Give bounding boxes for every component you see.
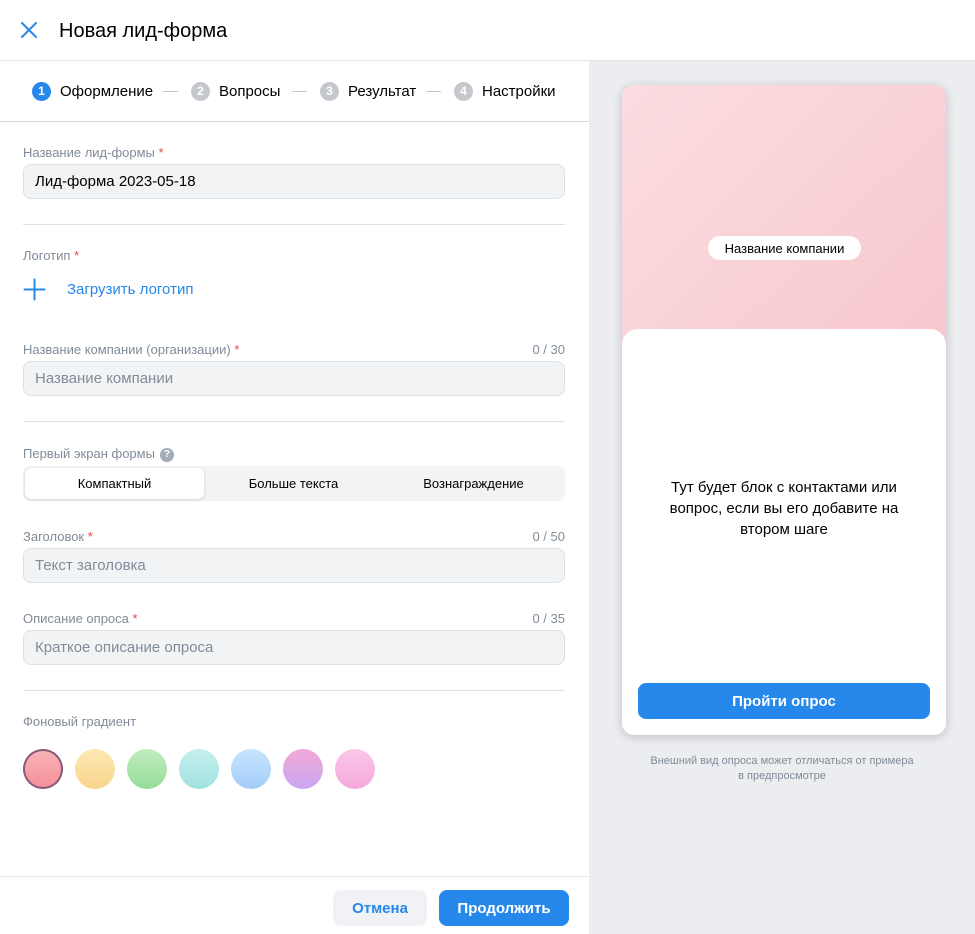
step-separator xyxy=(426,91,441,92)
preview-panel: Название компании Тут будет блок с конта… xyxy=(589,61,975,934)
step-label: Вопросы xyxy=(219,82,281,100)
company-name-counter: 0 / 30 xyxy=(532,342,565,357)
cancel-button[interactable]: Отмена xyxy=(333,890,427,926)
header: Новая лид-форма xyxy=(0,0,975,61)
company-name-input[interactable]: Название компании xyxy=(23,361,565,396)
required-mark: * xyxy=(74,248,80,263)
step-questions[interactable]: 2 Вопросы xyxy=(191,81,280,101)
segment-reward[interactable]: Вознаграждение xyxy=(384,468,563,499)
phone-preview: Название компании Тут будет блок с конта… xyxy=(622,85,946,735)
gradient-swatch[interactable] xyxy=(179,749,219,789)
first-screen-label: Первый экран формы? xyxy=(23,446,174,462)
step-label: Настройки xyxy=(482,82,556,100)
gradient-swatch[interactable] xyxy=(75,749,115,789)
description-label: Описание опроса * xyxy=(23,611,138,626)
preview-note: Внешний вид опроса может отличаться от п… xyxy=(650,755,914,782)
step-label: Оформление xyxy=(60,82,154,100)
step-label: Результат xyxy=(348,82,417,100)
preview-gradient-background: Название компании xyxy=(622,85,946,355)
continue-button[interactable]: Продолжить xyxy=(439,890,569,926)
required-mark: * xyxy=(87,529,93,544)
divider xyxy=(23,224,565,225)
preview-body-text: Тут будет блок с контактами или вопрос, … xyxy=(669,479,899,538)
logo-label: Логотип * xyxy=(23,248,79,263)
plus-icon xyxy=(23,278,46,301)
gradient-swatch[interactable] xyxy=(335,749,375,789)
label-text: Первый экран формы xyxy=(23,446,155,461)
form-panel: 1 Оформление 2 Вопросы 3 Результат 4 Нас… xyxy=(0,61,589,934)
label-text: Заголовок xyxy=(23,529,85,544)
gradient-swatch[interactable] xyxy=(23,749,63,789)
step-number: 4 xyxy=(454,81,473,101)
upload-logo-button[interactable]: Загрузить логотип xyxy=(23,278,193,301)
gradient-swatch[interactable] xyxy=(231,749,271,789)
upload-logo-label: Загрузить логотип xyxy=(67,281,194,298)
segment-more-text[interactable]: Больше текста xyxy=(204,468,383,499)
step-separator xyxy=(292,91,307,92)
step-number: 2 xyxy=(191,81,210,101)
footer: Отмена Продолжить xyxy=(0,876,589,934)
step-settings[interactable]: 4 Настройки xyxy=(454,81,556,101)
label-text: Название компании (организации) xyxy=(23,342,231,357)
description-counter: 0 / 35 xyxy=(532,611,565,626)
gradient-label: Фоновый градиент xyxy=(23,714,137,729)
help-icon[interactable]: ? xyxy=(159,447,174,462)
close-icon[interactable] xyxy=(19,20,39,40)
label-text: Логотип xyxy=(23,248,71,263)
step-separator xyxy=(163,91,178,92)
stepper: 1 Оформление 2 Вопросы 3 Результат 4 Нас… xyxy=(0,61,589,122)
form-name-label: Название лид-формы * xyxy=(23,145,164,160)
divider xyxy=(23,690,565,691)
preview-card: Тут будет блок с контактами или вопрос, … xyxy=(622,329,946,735)
company-name-label: Название компании (организации) * xyxy=(23,342,239,357)
headline-input[interactable]: Текст заголовка xyxy=(23,548,565,583)
step-design[interactable]: 1 Оформление xyxy=(32,81,153,101)
first-screen-segmented-control: Компактный Больше текста Вознаграждение xyxy=(23,466,565,501)
headline-counter: 0 / 50 xyxy=(532,529,565,544)
label-text: Описание опроса xyxy=(23,611,129,626)
step-number: 3 xyxy=(320,81,339,101)
description-input[interactable]: Краткое описание опроса xyxy=(23,630,565,665)
divider xyxy=(23,421,565,422)
required-mark: * xyxy=(234,342,240,357)
page-title: Новая лид-форма xyxy=(59,20,228,42)
step-number: 1 xyxy=(32,81,51,101)
label-text: Название лид-формы xyxy=(23,145,155,160)
preview-start-survey-button: Пройти опрос xyxy=(638,683,930,719)
required-mark: * xyxy=(132,611,138,626)
gradient-swatch[interactable] xyxy=(283,749,323,789)
segment-compact[interactable]: Компактный xyxy=(25,468,204,499)
form-name-input[interactable]: Лид-форма 2023-05-18 xyxy=(23,164,565,199)
preview-company-name: Название компании xyxy=(708,236,861,260)
required-mark: * xyxy=(158,145,164,160)
gradient-swatch[interactable] xyxy=(127,749,167,789)
step-result[interactable]: 3 Результат xyxy=(320,81,416,101)
headline-label: Заголовок * xyxy=(23,529,93,544)
